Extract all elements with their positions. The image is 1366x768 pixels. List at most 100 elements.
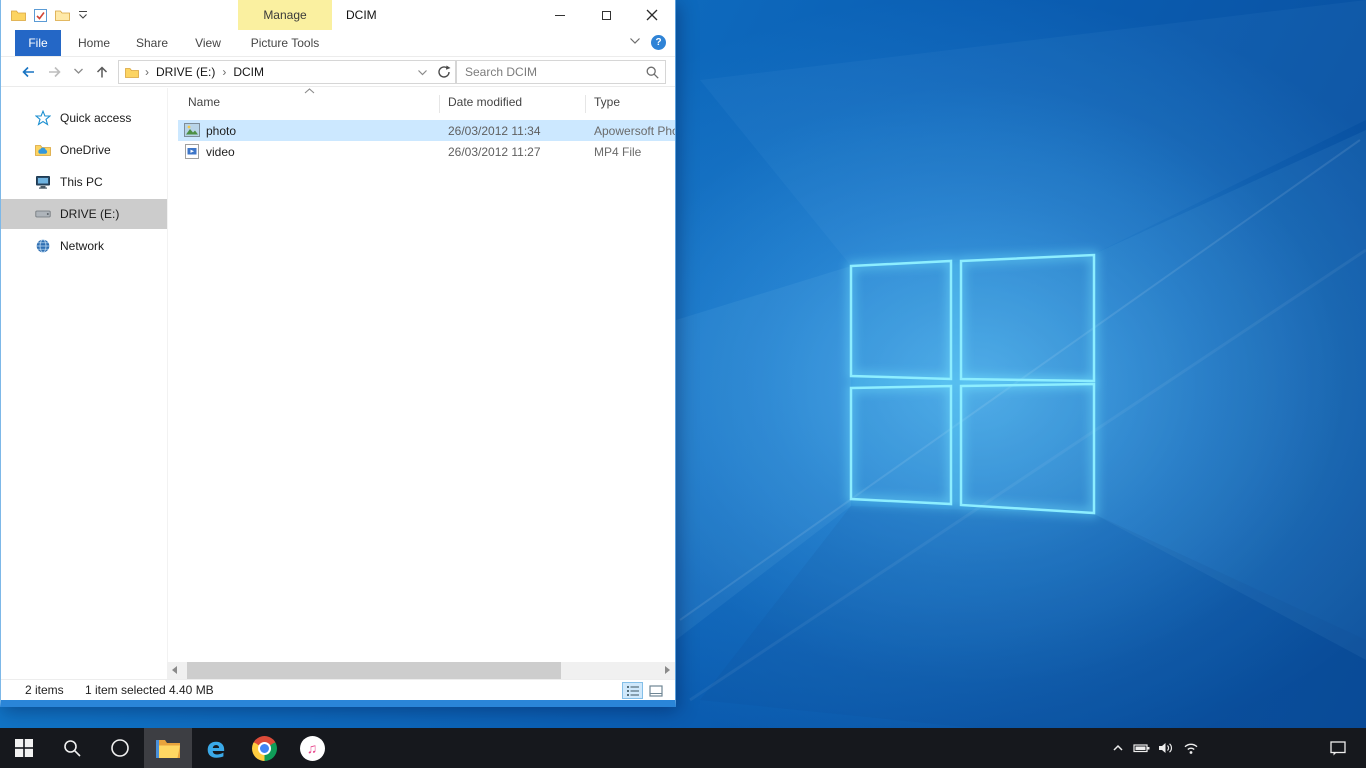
breadcrumb-folder[interactable]: DCIM xyxy=(226,65,271,79)
taskbar: e ♫ xyxy=(0,728,1366,768)
action-center-icon xyxy=(1329,740,1347,756)
scrollbar-thumb[interactable] xyxy=(187,662,561,679)
window-title: DCIM xyxy=(346,0,377,30)
address-dropdown-icon[interactable] xyxy=(417,68,428,77)
maximize-button[interactable] xyxy=(583,0,629,30)
file-name: photo xyxy=(206,124,442,138)
taskbar-search-button[interactable] xyxy=(48,728,96,768)
tab-file[interactable]: File xyxy=(15,30,61,56)
scroll-left-arrow-icon[interactable] xyxy=(172,666,177,674)
large-icons-view-button[interactable] xyxy=(645,682,666,699)
properties-check-icon[interactable] xyxy=(34,9,47,22)
taskbar-edge-button[interactable]: e xyxy=(192,728,240,768)
forward-button[interactable] xyxy=(47,64,63,80)
sidebar-item-onedrive[interactable]: OneDrive xyxy=(1,135,167,165)
network-globe-icon xyxy=(35,238,51,254)
computer-icon xyxy=(35,174,51,190)
scroll-right-arrow-icon[interactable] xyxy=(665,666,670,674)
sidebar-item-drive-e[interactable]: DRIVE (E:) xyxy=(1,199,167,229)
removable-drive-icon xyxy=(35,206,51,222)
sidebar-item-label: OneDrive xyxy=(60,143,111,157)
minimize-button[interactable] xyxy=(537,0,583,30)
status-bar: 2 items 1 item selected 4.40 MB xyxy=(1,679,675,700)
quick-access-toolbar xyxy=(11,0,88,30)
titlebar: Manage DCIM xyxy=(1,0,675,30)
file-type: MP4 File xyxy=(588,145,675,159)
folder-icon[interactable] xyxy=(11,9,26,21)
horizontal-scrollbar[interactable] xyxy=(167,662,675,679)
sidebar-item-this-pc[interactable]: This PC xyxy=(1,167,167,197)
file-rows: photo 26/03/2012 11:34 Apowersoft Pho vi… xyxy=(178,120,675,162)
column-header-type[interactable]: Type xyxy=(594,95,620,109)
navigation-bar: › DRIVE (E:) › DCIM xyxy=(1,57,675,87)
column-header-name[interactable]: Name xyxy=(188,95,220,109)
file-date-modified: 26/03/2012 11:34 xyxy=(442,124,588,138)
window-controls xyxy=(537,0,675,30)
file-row-photo[interactable]: photo 26/03/2012 11:34 Apowersoft Pho xyxy=(178,120,675,141)
breadcrumb-separator-icon: › xyxy=(139,65,149,79)
refresh-button[interactable] xyxy=(433,60,456,84)
search-icon[interactable] xyxy=(645,65,660,85)
cortana-button[interactable] xyxy=(96,728,144,768)
taskbar-itunes-button[interactable]: ♫ xyxy=(288,728,336,768)
file-explorer-window: Manage DCIM File Home Share View Picture… xyxy=(0,0,676,707)
star-icon xyxy=(35,110,51,126)
customize-quick-access-dropdown-icon[interactable] xyxy=(78,10,88,20)
sidebar-item-network[interactable]: Network xyxy=(1,231,167,261)
tab-view[interactable]: View xyxy=(185,30,231,56)
details-view-icon xyxy=(626,685,640,697)
system-tray xyxy=(1110,728,1200,768)
recent-locations-dropdown-icon[interactable] xyxy=(73,67,84,76)
help-button[interactable]: ? xyxy=(651,35,666,50)
taskbar-file-explorer-button[interactable] xyxy=(144,728,192,768)
address-bar[interactable]: › DRIVE (E:) › DCIM xyxy=(118,60,434,84)
maximize-icon xyxy=(602,11,611,20)
file-type: Apowersoft Pho xyxy=(588,124,675,138)
up-button[interactable] xyxy=(94,64,110,80)
column-divider[interactable] xyxy=(585,95,586,113)
tab-picture-tools[interactable]: Picture Tools xyxy=(239,30,331,56)
volume-icon[interactable] xyxy=(1158,740,1175,756)
battery-icon[interactable] xyxy=(1133,740,1151,756)
sort-ascending-icon xyxy=(304,88,315,94)
file-row-video[interactable]: video 26/03/2012 11:27 MP4 File xyxy=(178,141,675,162)
start-button[interactable] xyxy=(0,728,48,768)
address-folder-icon xyxy=(125,67,139,78)
file-explorer-icon xyxy=(155,737,181,759)
details-view-button[interactable] xyxy=(622,682,643,699)
file-list-pane: Name Date modified Type photo 26/03/2012… xyxy=(167,88,675,662)
sidebar-item-label: Quick access xyxy=(60,111,131,125)
back-button[interactable] xyxy=(20,64,36,80)
onedrive-folder-icon xyxy=(35,142,51,158)
column-header-date-modified[interactable]: Date modified xyxy=(448,95,522,109)
sidebar-item-label: DRIVE (E:) xyxy=(60,207,119,221)
chrome-icon xyxy=(252,736,277,761)
cortana-circle-icon xyxy=(110,738,130,758)
action-center-button[interactable] xyxy=(1318,728,1358,768)
music-note-glyph: ♫ xyxy=(307,741,318,755)
tab-share[interactable]: Share xyxy=(127,30,177,56)
navigation-pane: Quick access OneDrive This PC DRIVE (E:)… xyxy=(1,88,167,662)
breadcrumb-drive[interactable]: DRIVE (E:) xyxy=(149,65,222,79)
search-input[interactable] xyxy=(457,61,665,83)
status-selection-count: 1 item selected xyxy=(85,680,166,700)
new-folder-icon[interactable] xyxy=(55,9,70,21)
taskbar-chrome-button[interactable] xyxy=(240,728,288,768)
photo-file-icon xyxy=(184,123,200,138)
sidebar-item-quick-access[interactable]: Quick access xyxy=(1,103,167,133)
tray-chevron-up-icon[interactable] xyxy=(1110,740,1126,756)
sidebar-item-label: This PC xyxy=(60,175,103,189)
large-icons-view-icon xyxy=(649,685,663,697)
contextual-group-manage[interactable]: Manage xyxy=(238,0,332,30)
wifi-network-icon[interactable] xyxy=(1182,740,1200,756)
search-box xyxy=(456,60,666,84)
sidebar-item-label: Network xyxy=(60,239,104,253)
ribbon-tab-bar: File Home Share View Picture Tools ? xyxy=(1,30,675,57)
tab-home[interactable]: Home xyxy=(69,30,119,56)
chrome-center-dot xyxy=(258,742,271,755)
collapse-ribbon-chevron-icon[interactable] xyxy=(629,37,641,46)
edge-icon: e xyxy=(207,729,226,767)
close-button[interactable] xyxy=(629,0,675,30)
column-divider[interactable] xyxy=(439,95,440,113)
windows-start-icon xyxy=(15,739,33,757)
